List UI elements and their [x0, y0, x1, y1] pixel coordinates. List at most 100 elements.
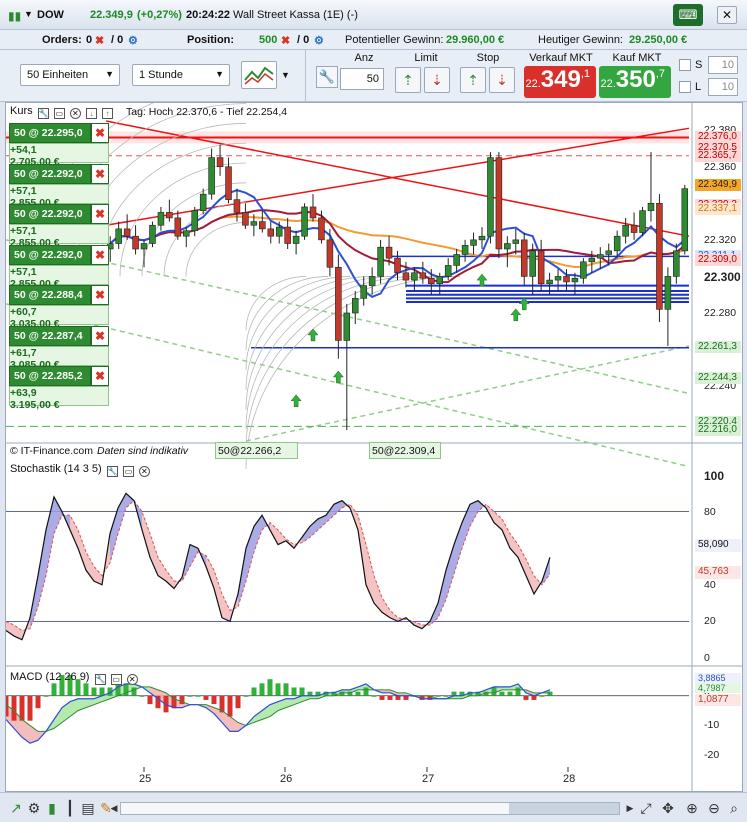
close-icon[interactable]: ✕ — [126, 674, 138, 685]
close-orders-icon[interactable]: ✖ — [95, 34, 104, 47]
order-tag[interactable]: 50 @ 22.292,0 ✖ — [9, 244, 109, 265]
candle-body — [673, 250, 680, 277]
close-icon[interactable]: ✕ — [69, 108, 81, 119]
zoom-in-icon[interactable]: ⊕ — [684, 800, 700, 816]
buy-market-label: Kauf MKT — [612, 52, 662, 64]
candle-body — [504, 243, 511, 250]
candle-body — [351, 298, 359, 314]
candle-body — [267, 228, 275, 237]
wrench-icon[interactable]: 🔧 — [37, 108, 49, 119]
stop-buy-button[interactable]: ⇡ — [460, 67, 486, 93]
zoom-out-icon[interactable]: ⊖ — [706, 800, 722, 816]
macd-histogram-bar — [539, 695, 545, 697]
macd-fill — [230, 716, 238, 732]
search-icon[interactable]: ⌕ — [726, 800, 742, 816]
close-position-icon[interactable]: ✖ — [281, 34, 290, 47]
stop-sell-button[interactable]: ⇣ — [489, 67, 515, 93]
order-tag[interactable]: 50 @ 22.287,4 ✖ — [9, 325, 109, 346]
s-input[interactable]: 10 — [708, 56, 738, 74]
wrench-icon[interactable]: 🔧 — [106, 466, 118, 477]
candle-body — [292, 235, 300, 244]
stoch-fill — [526, 559, 534, 594]
data-note: Daten sind indikativ — [97, 445, 189, 457]
indicator-icon[interactable]: ▤ — [80, 800, 96, 816]
candle-body — [664, 276, 672, 310]
layout-icon[interactable]: ⚙ — [26, 800, 42, 816]
window-icon[interactable]: ▭ — [110, 674, 122, 685]
arrow-down-icon[interactable]: ↓ — [85, 108, 97, 119]
order-label: 50 @ 22.292,0 — [9, 204, 91, 224]
order-pl-points: +57,1 — [10, 184, 37, 197]
chevron-down-icon[interactable]: ▼ — [24, 9, 33, 19]
chart-area[interactable]: Kurs 🔧 ▭ ✕ ↓ ↑ Tag: Hoch 22.370,6 - Tief… — [5, 102, 743, 792]
order-tag[interactable]: 50 @ 22.285,2 ✖ — [9, 366, 109, 386]
symbol-name[interactable]: DOW — [37, 9, 64, 21]
limit-sell-button[interactable]: ⇣ — [424, 67, 450, 93]
buy-market-button[interactable]: 22.350,7 — [599, 66, 671, 98]
pan-icon[interactable]: ✥ — [660, 800, 676, 816]
wrench-icon[interactable]: 🔧 — [94, 674, 106, 685]
stoch-axis-label: 0 — [704, 652, 710, 664]
order-tag[interactable]: 50 @ 22.288,4 ✖ — [9, 285, 109, 305]
close-order-icon[interactable]: ✖ — [91, 244, 109, 265]
order-tag[interactable]: 50 @ 22.295,0 ✖ — [9, 123, 109, 143]
zoom-fit-icon[interactable]: ⤢ — [638, 800, 654, 816]
window-icon[interactable]: ▭ — [53, 108, 65, 119]
l-input[interactable]: 10 — [708, 78, 738, 96]
keyboard-icon[interactable]: ⌨ — [673, 4, 703, 26]
order-label: 50 @ 22.295,0 — [9, 123, 91, 143]
stoch-fill — [470, 500, 478, 527]
scrollbar-thumb[interactable] — [509, 803, 619, 814]
order-tag[interactable]: 50 @ 22.292,0 ✖ — [9, 204, 109, 224]
l-checkbox[interactable] — [679, 81, 691, 93]
bars-icon[interactable]: ┃ — [62, 800, 78, 816]
stoch-fill — [462, 504, 470, 549]
units-select[interactable]: 50 Einheiten ▼ — [20, 64, 120, 86]
stoch-fill — [510, 533, 518, 558]
period-select[interactable]: 1 Stunde ▼ — [132, 64, 230, 86]
today-profit-value: 29.250,00 € — [629, 34, 688, 46]
macd-histogram-bar — [451, 691, 457, 696]
stoch-axis-label: 40 — [704, 578, 716, 591]
arrow-up-icon[interactable]: ↑ — [101, 108, 113, 119]
quantity-input[interactable]: 50 — [340, 68, 384, 90]
macd-histogram-bar — [27, 695, 33, 721]
candles-icon[interactable]: ▮ — [44, 800, 60, 816]
chart-scrollbar[interactable] — [120, 802, 620, 815]
close-order-icon[interactable]: ✖ — [91, 325, 109, 346]
stoch-fill — [446, 544, 454, 600]
chevron-down-icon[interactable]: ▼ — [281, 70, 290, 80]
sell-market-button[interactable]: 22.349,1 — [524, 66, 596, 98]
close-order-icon[interactable]: ✖ — [91, 285, 109, 305]
chevron-right-icon[interactable]: ▶ — [622, 800, 638, 816]
stoch-fill — [150, 533, 158, 576]
s-checkbox[interactable] — [679, 59, 691, 71]
candle-body — [588, 257, 596, 263]
close-order-icon[interactable]: ✖ — [91, 123, 109, 143]
macd-histogram-bar — [515, 687, 521, 696]
order-tag[interactable]: 50 @ 22.292,0 ✖ — [9, 163, 109, 184]
close-order-icon[interactable]: ✖ — [91, 163, 109, 184]
entry-marker-b[interactable]: 50@22.309,4 — [369, 442, 441, 459]
entry-marker-a[interactable]: 50@22.266,2 — [215, 442, 298, 459]
close-icon[interactable]: ✕ — [138, 466, 150, 477]
stoch-fill — [46, 496, 54, 576]
window-icon[interactable]: ▭ — [122, 466, 134, 477]
limit-buy-button[interactable]: ⇡ — [395, 67, 421, 93]
macd-histogram-bar — [435, 695, 441, 697]
time-axis-label: 28 — [563, 773, 576, 785]
position-label: Position: — [187, 34, 235, 46]
wrench-icon[interactable]: 🔧 — [316, 66, 338, 88]
chart-type-button[interactable] — [241, 61, 277, 89]
trend-icon[interactable]: ↗ — [8, 800, 24, 816]
macd-histogram-bar — [243, 695, 249, 697]
price-tag: 22.309,0 — [695, 253, 741, 266]
close-order-icon[interactable]: ✖ — [91, 204, 109, 224]
close-button[interactable]: ✕ — [717, 6, 737, 24]
macd-histogram-bar — [251, 687, 257, 696]
gear-icon[interactable]: ⚙ — [314, 34, 324, 47]
close-order-icon[interactable]: ✖ — [91, 366, 109, 386]
gear-icon[interactable]: ⚙ — [128, 34, 138, 47]
candle-body — [394, 257, 401, 274]
stoch-fill — [310, 518, 318, 538]
